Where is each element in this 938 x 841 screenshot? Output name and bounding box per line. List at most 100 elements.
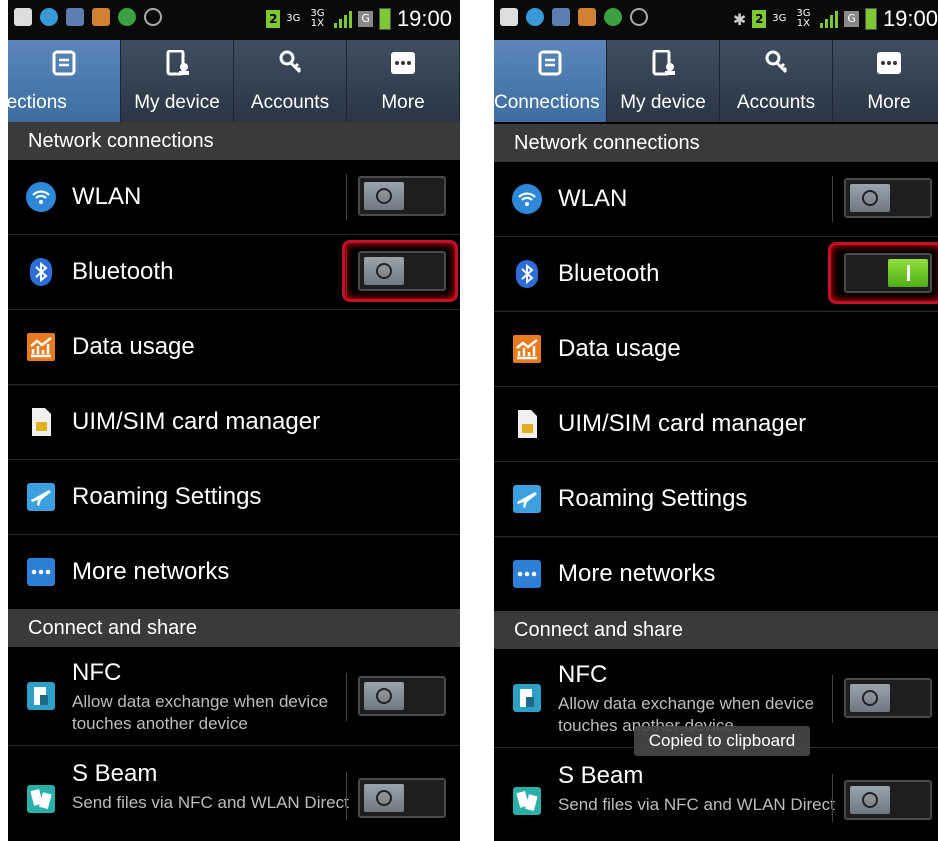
s-beam-toggle[interactable] xyxy=(844,780,932,820)
connections-icon xyxy=(51,50,77,76)
setting-label: UIM/SIM card manager xyxy=(72,408,321,435)
toast-message: Copied to clipboard xyxy=(634,726,810,756)
nfc-icon xyxy=(26,681,56,711)
tab-label: More xyxy=(381,92,425,113)
status-bar: ✱ 2 3G 3G 1X G 19:00 xyxy=(494,0,938,40)
tab-connections[interactable]: nections xyxy=(8,40,121,122)
signal-strength-icon xyxy=(820,10,839,28)
tab-more[interactable]: More xyxy=(833,40,938,122)
toggle-knob xyxy=(850,184,890,212)
tab-label: More xyxy=(867,92,911,113)
setting-row-sim-manager[interactable]: UIM/SIM card manager xyxy=(494,387,938,462)
tab-accounts[interactable]: Accounts xyxy=(234,40,347,122)
tab-accounts[interactable]: Accounts xyxy=(720,40,833,122)
network-type-label: 3G xyxy=(286,13,301,24)
more-networks-icon xyxy=(26,557,56,587)
row-divider xyxy=(346,772,347,820)
setting-row-roaming[interactable]: Roaming Settings xyxy=(8,460,460,535)
network-g-label: G xyxy=(358,11,373,27)
setting-row-more-networks[interactable]: More networks xyxy=(494,537,938,612)
highlight-box xyxy=(828,242,938,304)
navigation-notification-icon xyxy=(118,8,136,26)
sim-slot-badge: 2 xyxy=(266,10,281,28)
setting-row-more-networks[interactable]: More networks xyxy=(8,535,460,610)
more-icon xyxy=(390,50,416,76)
toggle-knob xyxy=(364,784,404,812)
highlight-box xyxy=(342,240,458,302)
section-header-share: Connect and share xyxy=(8,609,460,647)
wifi-icon xyxy=(512,184,542,214)
wlan-toggle[interactable] xyxy=(844,178,932,218)
row-divider xyxy=(346,174,347,220)
setting-description: Send files via NFC and WLAN Direct xyxy=(558,795,835,814)
wifi-icon xyxy=(26,182,56,212)
settings-tab-bar: Connections My device Accounts More xyxy=(494,40,938,122)
bluetooth-icon xyxy=(512,259,542,289)
section-title: Network connections xyxy=(28,130,214,152)
setting-row-nfc[interactable]: NFC Allow data exchange when device touc… xyxy=(8,647,460,746)
tab-label: My device xyxy=(134,92,220,113)
settings-tab-bar: nections My device Accounts More xyxy=(8,40,460,122)
setting-row-s-beam[interactable]: S Beam Send files via NFC and WLAN Direc… xyxy=(494,748,938,841)
setting-description: Send files via NFC and WLAN Direct xyxy=(72,793,349,812)
s-beam-icon xyxy=(512,786,542,816)
setting-row-roaming[interactable]: Roaming Settings xyxy=(494,462,938,537)
more-networks-icon xyxy=(512,559,542,589)
navigation-notification-icon xyxy=(604,8,622,26)
tab-label: nections xyxy=(8,92,67,113)
more-icon xyxy=(876,50,902,76)
setting-row-sim-manager[interactable]: UIM/SIM card manager xyxy=(8,385,460,460)
tab-connections[interactable]: Connections xyxy=(494,40,607,122)
phone-screen-after: ✱ 2 3G 3G 1X G 19:00 Connections My devi… xyxy=(494,0,938,841)
accounts-icon xyxy=(763,50,789,76)
calendar-notification-icon xyxy=(66,8,84,26)
setting-label: More networks xyxy=(72,558,230,585)
network-type-label: 3G xyxy=(772,13,787,24)
sim-slot-badge: 2 xyxy=(752,10,767,28)
section-title: Network connections xyxy=(514,132,700,154)
setting-row-data-usage[interactable]: Data usage xyxy=(494,312,938,387)
data-usage-icon xyxy=(26,332,56,362)
status-bar: 2 3G 3G 1X G 19:00 xyxy=(8,0,460,40)
wlan-toggle[interactable] xyxy=(358,176,446,216)
s-beam-toggle[interactable] xyxy=(358,778,446,818)
setting-row-data-usage[interactable]: Data usage xyxy=(8,310,460,385)
connections-icon xyxy=(537,50,563,76)
setting-description: Allow data exchange when device touches … xyxy=(72,692,329,733)
nfc-toggle[interactable] xyxy=(358,676,446,716)
setting-label: Bluetooth xyxy=(72,258,174,285)
setting-row-wlan[interactable]: WLAN xyxy=(494,162,938,237)
setting-label: NFC xyxy=(558,661,608,688)
setting-row-s-beam[interactable]: S Beam Send files via NFC and WLAN Direc… xyxy=(8,746,460,841)
setting-row-wlan[interactable]: WLAN xyxy=(8,160,460,235)
network-type-label-2: 3G 1X xyxy=(796,8,811,29)
lock-notification-icon xyxy=(526,8,544,26)
toggle-knob xyxy=(850,786,890,814)
row-divider xyxy=(832,774,833,822)
tab-my-device[interactable]: My device xyxy=(607,40,720,122)
lock-notification-icon xyxy=(40,8,58,26)
status-time: 19:00 xyxy=(396,6,452,31)
setting-label: S Beam xyxy=(72,760,158,787)
setting-label: WLAN xyxy=(72,183,142,210)
tab-label: Accounts xyxy=(250,92,330,113)
network-type-label-2: 3G 1X xyxy=(310,8,325,29)
mail-notification-icon xyxy=(578,8,596,26)
section-header-share: Connect and share xyxy=(494,611,938,649)
s-beam-icon xyxy=(26,784,56,814)
tab-more[interactable]: More xyxy=(347,40,460,122)
bluetooth-icon xyxy=(26,257,56,287)
nfc-toggle[interactable] xyxy=(844,678,932,718)
setting-label: WLAN xyxy=(558,185,628,212)
battery-icon xyxy=(864,8,877,30)
setting-row-bluetooth[interactable]: Bluetooth xyxy=(8,235,460,310)
setting-label: Roaming Settings xyxy=(558,485,748,512)
section-header-network: Network connections xyxy=(494,124,938,162)
tab-my-device[interactable]: My device xyxy=(121,40,234,122)
section-title: Connect and share xyxy=(28,617,198,639)
setting-label: S Beam xyxy=(558,762,644,789)
gallery-notification-icon xyxy=(500,8,518,26)
calendar-notification-icon xyxy=(552,8,570,26)
setting-label: Data usage xyxy=(72,333,195,360)
setting-row-bluetooth[interactable]: Bluetooth xyxy=(494,237,938,312)
